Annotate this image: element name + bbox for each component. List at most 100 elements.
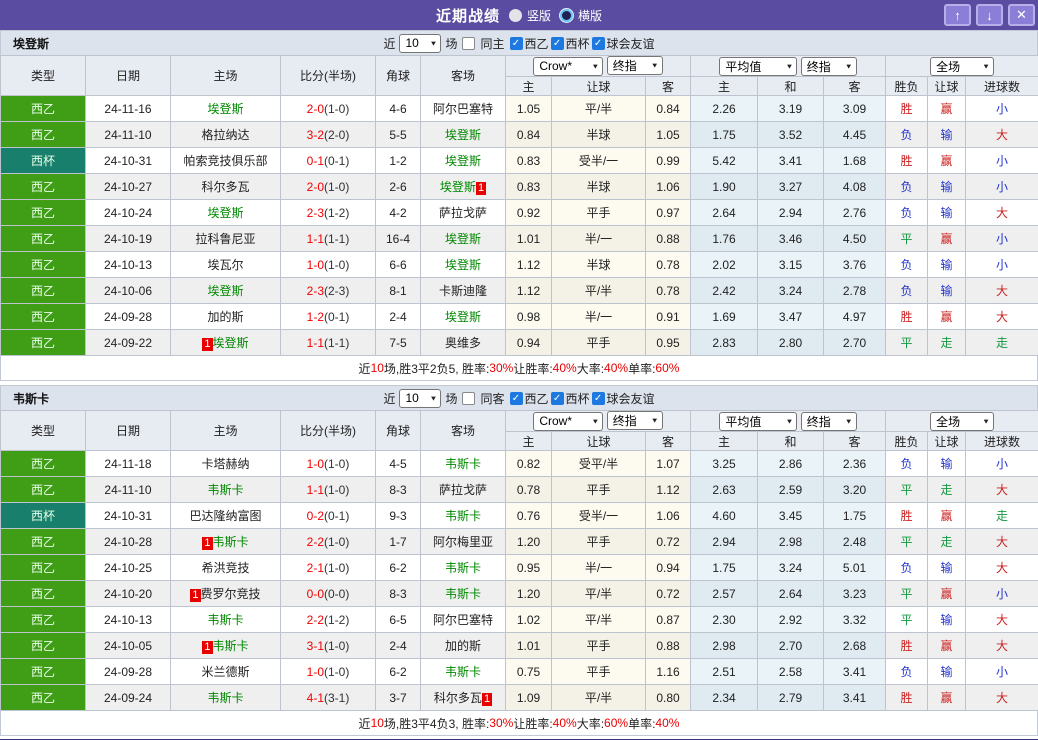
result-handicap: 输 [927, 251, 967, 278]
summary-text: 近 [358, 361, 371, 376]
corner-cell: 2-4 [375, 303, 421, 330]
odds-home: 0.92 [505, 199, 552, 226]
sub-column-header: 客 [644, 431, 692, 451]
matches-table: 类型 日期 主场 比分(半场) 角球 客场 Crow* ▼ 终指 ▼ 平均值 ▼ 终指… [0, 55, 1038, 356]
score-cell: 2-2(1-0) [280, 528, 376, 555]
period-select[interactable]: 全场 ▼ [930, 411, 995, 431]
corner-cell: 1-7 [375, 528, 421, 555]
column-header: 客场 [420, 410, 506, 451]
match-count-select[interactable]: 10 ▼ [399, 33, 442, 53]
result-goals: 大 [965, 684, 1038, 711]
summary-text: 场,胜3平4负3, 胜率: [383, 716, 490, 731]
league-type-cell: 西乙 [0, 95, 86, 122]
odds-source-select[interactable]: Crow* ▼ [533, 411, 604, 431]
same-venue-checkbox[interactable] [462, 391, 476, 405]
avg-home-odds: 2.02 [690, 251, 759, 278]
odds-source-select[interactable]: Crow* ▼ [533, 56, 604, 76]
column-header: 客场 [420, 55, 506, 96]
avg-home-odds: 1.75 [690, 554, 759, 581]
half-time-score: (0-1) [324, 153, 350, 168]
avg-draw-odds: 2.98 [757, 528, 825, 555]
average-source-select[interactable]: 平均值 ▼ [719, 56, 798, 76]
titlebar-center: 近期战绩 竖版 横版 [0, 5, 1038, 26]
away-team-cell: 埃登斯 [420, 121, 506, 148]
league-checkbox[interactable] [550, 36, 564, 50]
sub-column-header: 和 [757, 431, 825, 451]
league-checkbox[interactable] [591, 36, 605, 50]
corner-cell: 8-3 [375, 580, 421, 607]
team-name-text: 巴达隆纳富图 [189, 509, 262, 523]
summary-text: 场,胜3平2负5, 胜率: [383, 361, 490, 376]
section-team-name: 韦斯卡 [13, 391, 50, 406]
result-handicap: 输 [927, 173, 967, 200]
league-type-cell: 西乙 [0, 476, 86, 503]
summary-text: 40% [604, 361, 629, 375]
match-date: 24-10-05 [85, 632, 171, 659]
same-venue-checkbox[interactable] [462, 36, 476, 50]
odds-handicap: 半/一 [551, 225, 646, 252]
chevron-down-icon: ▼ [844, 62, 853, 70]
team-name-text: 韦斯卡 [212, 639, 249, 653]
corner-cell: 4-6 [375, 95, 421, 122]
match-count-select[interactable]: 10 ▼ [399, 388, 442, 408]
full-time-score: 1-1 [306, 335, 324, 350]
close-icon: ✕ [1016, 7, 1027, 22]
odds-time-select[interactable]: 终指 ▼ [606, 411, 663, 431]
full-time-score: 0-1 [306, 153, 324, 168]
league-checkbox[interactable] [509, 36, 523, 50]
sub-column-header: 主 [505, 431, 552, 451]
odds-time-select[interactable]: 终指 ▼ [606, 56, 663, 76]
home-team-cell: 韦斯卡 [170, 476, 281, 503]
period-select[interactable]: 全场 ▼ [930, 56, 995, 76]
score-cell: 2-3(2-3) [280, 277, 376, 304]
home-team-cell: 科尔多瓦 [170, 173, 281, 200]
average-source-select[interactable]: 平均值 ▼ [719, 411, 798, 431]
result-goals: 大 [965, 528, 1038, 555]
match-date: 24-11-16 [85, 95, 171, 122]
score-cell: 0-2(0-1) [280, 502, 376, 529]
avg-away-odds: 2.48 [823, 528, 887, 555]
league-checkbox[interactable] [591, 391, 605, 405]
result-winloss: 平 [885, 329, 929, 356]
average-time-select[interactable]: 终指 ▼ [800, 56, 857, 76]
home-team-cell: 埃登斯 [170, 95, 281, 122]
match-date: 24-10-13 [85, 251, 171, 278]
full-time-score: 3-2 [306, 127, 324, 142]
corner-cell: 4-5 [375, 450, 421, 477]
avg-home-odds: 2.98 [690, 632, 759, 659]
vertical-layout-radio[interactable] [508, 8, 522, 22]
avg-home-odds: 5.42 [690, 147, 759, 174]
score-cell: 3-1(1-0) [280, 632, 376, 659]
result-winloss: 胜 [885, 95, 929, 122]
match-date: 24-09-24 [85, 684, 171, 711]
full-time-score: 1-1 [306, 482, 324, 497]
league-type-cell: 西乙 [0, 554, 86, 581]
result-winloss: 负 [885, 251, 929, 278]
avg-draw-odds: 3.19 [757, 95, 825, 122]
move-up-button[interactable]: ↑ [944, 4, 971, 26]
near-label: 近 [383, 36, 396, 51]
move-down-button[interactable]: ↓ [976, 4, 1003, 26]
sub-column-header: 主 [690, 431, 759, 451]
league-type-cell: 西乙 [0, 199, 86, 226]
away-team-cell: 阿尔巴塞特 [420, 95, 506, 122]
half-time-score: (0-1) [324, 508, 350, 523]
vertical-layout-label: 竖版 [526, 8, 551, 23]
odds-away: 0.95 [644, 329, 692, 356]
average-time-select[interactable]: 终指 ▼ [800, 411, 857, 431]
league-checkbox[interactable] [509, 391, 523, 405]
odds-away: 0.99 [644, 147, 692, 174]
matches-body: 西乙 24-11-18 卡塔赫纳 1-0(1-0) 4-5 韦斯卡 0.82 受平/半 1.07… [0, 450, 1038, 711]
score-cell: 3-2(2-0) [280, 121, 376, 148]
team-name-text: 希洪竞技 [201, 561, 250, 575]
league-checkbox-label: 西杯 [565, 36, 590, 51]
result-winloss: 平 [885, 528, 929, 555]
league-checkbox[interactable] [550, 391, 564, 405]
close-button[interactable]: ✕ [1008, 4, 1035, 26]
result-goals: 走 [965, 329, 1038, 356]
team-name-text: 埃瓦尔 [207, 258, 244, 272]
odds-away: 0.88 [644, 225, 692, 252]
titlebar-buttons: ↑ ↓ ✕ [944, 4, 1035, 26]
team-name-text: 阿尔巴塞特 [432, 102, 493, 116]
horizontal-layout-radio[interactable] [560, 8, 573, 22]
